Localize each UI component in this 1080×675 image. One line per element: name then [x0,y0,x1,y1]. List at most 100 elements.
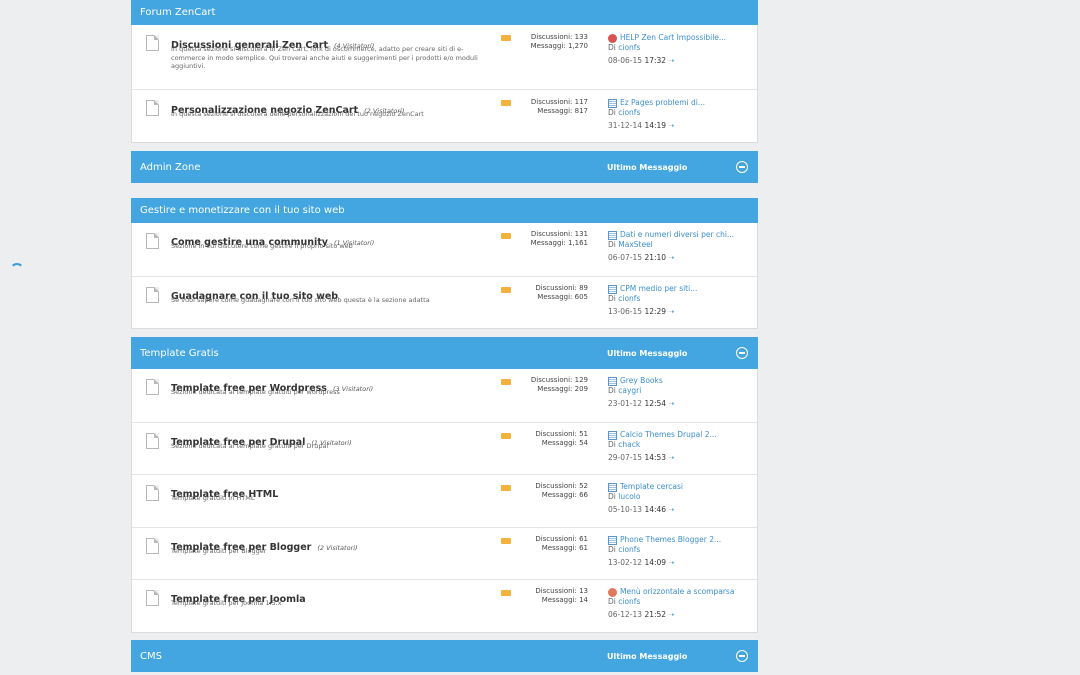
rss-icon[interactable] [501,538,511,544]
rss-icon[interactable] [501,100,511,106]
last-post-date: 31-12-14 [608,121,643,130]
last-post-user[interactable]: cionfs [618,108,640,117]
messages-count: Messaggi: 1,161 [530,239,588,247]
discussions-count: Discussioni: 51 [535,430,588,438]
last-post-date: 06-12-13 [608,610,643,619]
section-title: Template Gratis [140,347,219,359]
last-post-time: 17:32 [644,56,667,65]
alert-icon [608,33,617,43]
collapse-icon[interactable] [736,347,748,359]
forum-description: Sezione dedicata ai template gratuiti pe… [171,388,340,396]
rss-icon[interactable] [501,287,511,293]
rss-icon[interactable] [501,485,511,491]
forum-document-icon [146,538,159,554]
forum-row[interactable]: Personalizzazione negozio ZenCart (2 Visi… [132,89,757,142]
forum-document-icon [146,590,159,606]
forum-row[interactable]: Discussioni generali Zen Cart (4 Visitato… [132,25,757,89]
forum-row[interactable]: Come gestire una community (1 Visitatori)… [132,223,757,276]
go-to-post-arrow-icon[interactable]: ➝ [668,399,674,408]
forum-document-icon [146,100,159,116]
section-header[interactable]: Gestire e monetizzare con il tuo sito we… [131,198,758,223]
forum-document-icon [146,287,159,303]
forum-row[interactable]: Template free per Blogger (2 Visitatori) … [132,527,757,579]
go-to-post-arrow-icon[interactable]: ➝ [668,453,674,462]
forum-row[interactable]: Template free per Wordpress (3 Visitatori… [132,369,757,422]
forum-document-icon [146,35,159,51]
section-admin-zone: Admin Zone Ultimo Messaggio [131,151,758,183]
forum-document-icon [146,233,159,249]
document-icon [608,284,617,294]
last-post-title[interactable]: HELP Zen Cart Impossibile... [620,33,726,43]
last-post-by-label: Di [608,492,616,501]
last-post-title[interactable]: Grey Books [620,376,663,386]
messages-count: Messaggi: 61 [541,544,588,552]
messages-count: Messaggi: 14 [541,596,588,604]
last-post-title[interactable]: Menù orizzontale a scomparsa [620,587,734,597]
last-post-title[interactable]: Calcio Themes Drupal 2... [620,430,717,440]
last-post-user[interactable]: cionfs [618,43,640,52]
messages-count: Messaggi: 1,270 [530,42,588,50]
forum-row[interactable]: Template free per Drupal (1 Visitatori) S… [132,422,757,474]
rss-icon[interactable] [501,233,511,239]
forum-row[interactable]: Template free HTML Template gratuiti in … [132,474,757,527]
last-post-user[interactable]: cionfs [618,597,640,606]
go-to-post-arrow-icon[interactable]: ➝ [668,505,674,514]
go-to-post-arrow-icon[interactable]: ➝ [668,56,674,65]
go-to-post-arrow-icon[interactable]: ➝ [668,558,674,567]
section-header[interactable]: CMS Ultimo Messaggio [131,640,758,672]
discussions-count: Discussioni: 133 [530,33,588,41]
forum-document-icon [146,379,159,395]
forum-document-icon [146,433,159,449]
rss-icon[interactable] [501,433,511,439]
go-to-post-arrow-icon[interactable]: ➝ [668,610,674,619]
section-header[interactable]: Template Gratis Ultimo Messaggio [131,337,758,369]
collapse-icon[interactable] [736,650,748,662]
last-post-user[interactable]: chack [618,440,640,449]
messages-count: Messaggi: 605 [537,293,588,301]
document-icon [608,98,617,108]
last-post-date: 13-02-12 [608,558,643,567]
last-post-title[interactable]: CPM medio per siti... [620,284,697,294]
last-post-user[interactable]: MaxSteel [618,240,653,249]
forum-description: Template gratuiti in HTML [171,494,255,502]
last-post-user[interactable]: caygri [618,386,641,395]
last-post-title[interactable]: Ez Pages problemi di... [620,98,705,108]
last-post-by-label: Di [608,43,616,52]
document-icon [608,430,617,440]
discussions-count: Discussioni: 117 [530,98,588,106]
section-title: Forum ZenCart [140,6,216,18]
messages-count: Messaggi: 209 [537,385,588,393]
section-header[interactable]: Admin Zone Ultimo Messaggio [131,151,758,183]
collapse-icon[interactable] [736,161,748,173]
section-body: Come gestire una community (1 Visitatori)… [131,223,758,329]
loading-spinner-icon [10,263,24,277]
last-post-title[interactable]: Phone Themes Blogger 2... [620,535,721,545]
rss-icon[interactable] [501,379,511,385]
forum-row[interactable]: Guadagnare con il tuo sito web Se vuoi s… [132,276,757,328]
rss-icon[interactable] [501,590,511,596]
last-post-by-label: Di [608,545,616,554]
go-to-post-arrow-icon[interactable]: ➝ [668,253,674,262]
document-icon [608,482,617,492]
forum-description: In questa sezione si discuterà delle per… [171,110,424,118]
last-post-time: 21:52 [644,610,667,619]
forum-row[interactable]: Template free per Joomla Template gratui… [132,579,757,632]
section-cms: CMS Ultimo Messaggio [131,640,758,672]
last-post-user[interactable]: cionfs [618,294,640,303]
last-post-title[interactable]: Template cercasi [620,482,683,492]
last-post-date: 13-06-15 [608,307,643,316]
go-to-post-arrow-icon[interactable]: ➝ [668,121,674,130]
go-to-post-arrow-icon[interactable]: ➝ [668,307,674,316]
section-header[interactable]: Forum ZenCart [131,0,758,25]
last-post-date: 08-06-15 [608,56,643,65]
section-body: Template free per Wordpress (3 Visitatori… [131,369,758,633]
section-forum-zencart: Forum ZenCart Discussioni generali Zen C… [131,0,758,143]
last-post-title[interactable]: Dati e numeri diversi per chi... [620,230,734,240]
forum-description: Sezione in cui discutere come gestire il… [171,242,353,250]
last-post-by-label: Di [608,386,616,395]
last-post-user[interactable]: cionfs [618,545,640,554]
last-post-date: 29-07-15 [608,453,643,462]
last-post-user[interactable]: lucolo [618,492,640,501]
rss-icon[interactable] [501,35,511,41]
last-post-time: 21:10 [644,253,667,262]
